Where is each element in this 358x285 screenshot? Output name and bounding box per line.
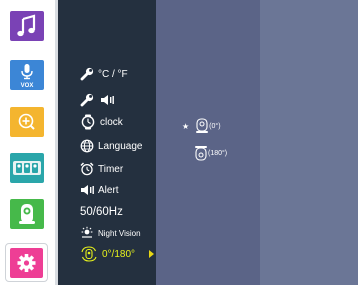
camera-flipped-icon (195, 146, 207, 161)
menu-item-alert[interactable]: Alert (80, 182, 119, 198)
alarm-clock-icon (80, 162, 94, 176)
menu-item-rotation[interactable]: 0°/180° (80, 246, 135, 262)
zoom-in-icon (18, 113, 35, 130)
sidebar: VOX (0, 0, 55, 285)
menu-item-label: Language (98, 140, 143, 152)
rotation-option-0[interactable]: ★ (0°) (182, 118, 221, 134)
menu-item-night-vision[interactable]: Night Vision (80, 225, 141, 241)
camera-upright-icon (196, 118, 209, 133)
sidebar-item-camera[interactable] (10, 153, 44, 183)
selected-star-icon: ★ (182, 121, 190, 131)
night-vision-icon (81, 226, 93, 238)
menu-item-alert-volume[interactable] (80, 92, 120, 108)
speaker-icon (101, 95, 114, 105)
sidebar-item-settings[interactable] (10, 248, 43, 278)
rotation-option-label: (0°) (209, 122, 221, 130)
rotation-option-180[interactable]: (180°) (194, 145, 227, 161)
gear-icon (17, 254, 36, 272)
rotation-submenu-panel (156, 0, 260, 285)
menu-item-language[interactable]: Language (80, 138, 143, 154)
menu-item-label: 0°/180° (102, 248, 136, 260)
menu-item-label: Night Vision (98, 228, 141, 238)
sidebar-item-zoom[interactable] (10, 107, 44, 137)
clock-icon (81, 114, 95, 130)
menu-item-label: °C / °F (98, 68, 128, 80)
menu-item-label: clock (100, 116, 123, 128)
menu-item-label: 50/60Hz (80, 206, 123, 218)
speaker-icon (81, 185, 94, 195)
settings-screen: VOX °C / °F clock Language Timer Alert 5… (0, 0, 358, 285)
menu-item-label: Alert (98, 184, 119, 196)
menu-item-label: Timer (98, 163, 124, 175)
sidebar-item-vox[interactable]: VOX (10, 60, 44, 90)
globe-icon (80, 139, 94, 153)
menu-item-timer[interactable]: Timer (80, 161, 123, 177)
menu-item-temperature-unit[interactable]: °C / °F (80, 66, 128, 82)
wrench-icon (80, 93, 94, 107)
baby-monitor-icon (19, 204, 35, 224)
preview-panel (260, 0, 358, 285)
music-note-icon (17, 14, 36, 37)
sidebar-item-settings-frame[interactable] (5, 243, 48, 282)
camera-rotate-icon (81, 246, 97, 262)
camera-list-icon (13, 161, 41, 175)
menu-item-frequency[interactable]: 50/60Hz (80, 204, 123, 220)
sidebar-item-music[interactable] (10, 11, 44, 41)
menu-item-clock[interactable]: clock (80, 114, 123, 130)
submenu-arrow-icon (149, 250, 154, 258)
vox-label: VOX (20, 83, 34, 89)
rotation-option-label: (180°) (208, 149, 228, 157)
sidebar-item-night-light[interactable] (10, 199, 44, 229)
wrench-icon (80, 67, 94, 81)
